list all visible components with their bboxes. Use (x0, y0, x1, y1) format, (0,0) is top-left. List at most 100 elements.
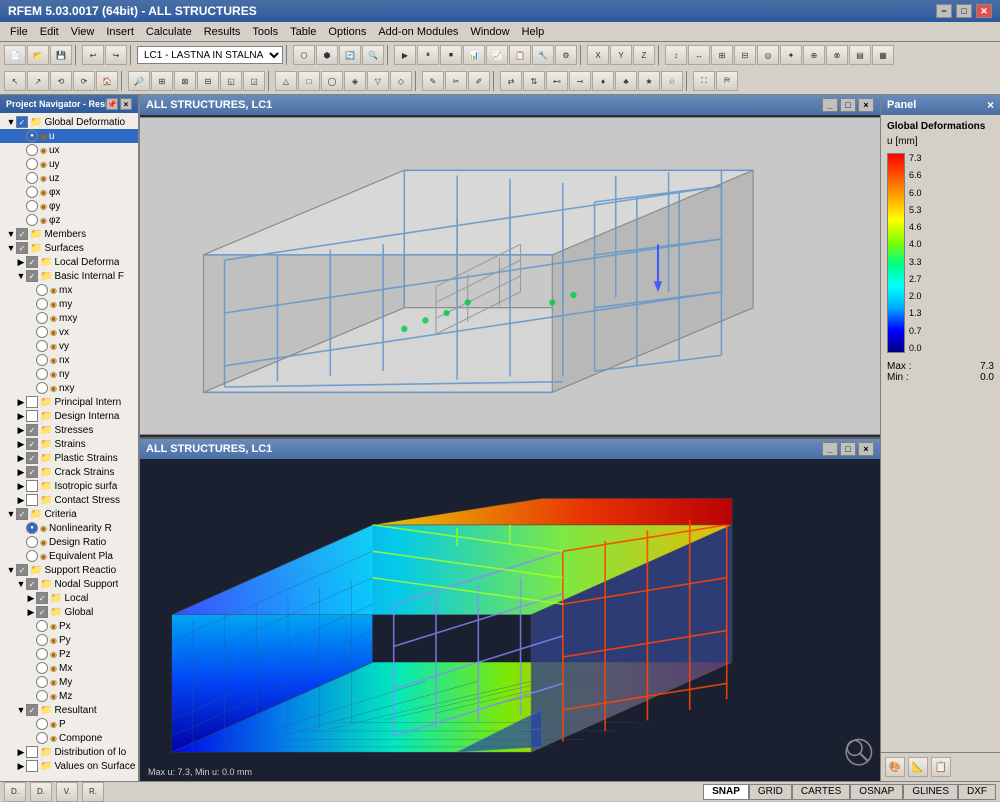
r22[interactable]: ⇅ (523, 71, 545, 91)
tree-expand-icon[interactable]: ▶ (16, 467, 26, 478)
axis-x[interactable]: X (587, 45, 609, 65)
tree-item[interactable]: ◉nx (0, 353, 138, 367)
r15[interactable]: ◈ (344, 71, 366, 91)
tree-expand-icon[interactable]: ▶ (26, 593, 36, 604)
tree-radio[interactable]: ● (26, 130, 38, 142)
tree-item[interactable]: ▶📁Design Interna (0, 409, 138, 423)
r30[interactable]: ⛿ (716, 71, 738, 91)
vp-top-close[interactable]: × (858, 98, 874, 112)
tree-radio-unchecked[interactable] (36, 284, 48, 296)
tree-item[interactable]: ▶✓📁Crack Strains (0, 465, 138, 479)
tree-radio-unchecked[interactable] (36, 620, 48, 632)
tree-item[interactable]: ▼✓📁Surfaces (0, 241, 138, 255)
tree-item[interactable]: ◉mx (0, 283, 138, 297)
tree-item[interactable]: ▶✓📁Local Deforma (0, 255, 138, 269)
r28[interactable]: ☆ (661, 71, 683, 91)
tree-expand-icon[interactable]: ▼ (16, 271, 26, 281)
tree-checkbox[interactable]: ✓ (16, 242, 28, 254)
btn10[interactable]: 📋 (509, 45, 531, 65)
tree-item[interactable]: ▶✓📁Stresses (0, 423, 138, 437)
vp-bottom-minimize[interactable]: _ (822, 442, 838, 456)
status-tab-dxf[interactable]: DXF (958, 784, 996, 800)
tree-expand-icon[interactable]: ▼ (16, 705, 26, 715)
tree-item[interactable]: ◉φy (0, 199, 138, 213)
tree-item[interactable]: ◉ux (0, 143, 138, 157)
tree-radio-unchecked[interactable] (26, 550, 38, 562)
r8[interactable]: ⊠ (174, 71, 196, 91)
tree-expand-icon[interactable]: ▼ (6, 117, 16, 127)
r21[interactable]: ⇄ (500, 71, 522, 91)
panel-close-button[interactable]: × (987, 98, 994, 112)
btn11[interactable]: 🔧 (532, 45, 554, 65)
rotate-btn[interactable]: 🔄 (339, 45, 361, 65)
r14[interactable]: ◯ (321, 71, 343, 91)
tree-checkbox[interactable] (26, 410, 38, 422)
maximize-button[interactable]: □ (956, 4, 972, 18)
menu-item-results[interactable]: Results (198, 24, 247, 40)
tree-checkbox[interactable]: ✓ (26, 438, 38, 450)
lc-selector[interactable]: LC1 - LASTNA IN STALNA (137, 46, 283, 64)
r11[interactable]: ◲ (243, 71, 265, 91)
tree-item[interactable]: ◉my (0, 297, 138, 311)
tree-checkbox[interactable]: ✓ (16, 116, 28, 128)
status-tab-glines[interactable]: GLINES (903, 784, 958, 800)
tree-expand-icon[interactable]: ▶ (16, 495, 26, 506)
render-btn[interactable]: ⬡ (293, 45, 315, 65)
tree-radio-unchecked[interactable] (26, 536, 38, 548)
tree-expand-icon[interactable]: ▶ (16, 411, 26, 422)
r2[interactable]: ↗ (27, 71, 49, 91)
tree-radio-unchecked[interactable] (26, 158, 38, 170)
panel-icon-1[interactable]: 🎨 (885, 757, 905, 777)
tree-radio-unchecked[interactable] (36, 690, 48, 702)
redo-btn[interactable]: ↪ (105, 45, 127, 65)
r12[interactable]: △ (275, 71, 297, 91)
tree-expand-icon[interactable]: ▶ (16, 425, 26, 436)
menu-item-help[interactable]: Help (516, 24, 551, 40)
tree-checkbox[interactable]: ✓ (26, 452, 38, 464)
menu-item-tools[interactable]: Tools (246, 24, 284, 40)
zoom-btn[interactable]: 🔍 (362, 45, 384, 65)
tree-expand-icon[interactable]: ▶ (16, 747, 26, 758)
r5[interactable]: 🏠 (96, 71, 118, 91)
r17[interactable]: ◇ (390, 71, 412, 91)
menu-item-add-on-modules[interactable]: Add-on Modules (372, 24, 464, 40)
tree-item[interactable]: ▼✓📁Basic Internal F (0, 269, 138, 283)
viewport-top-canvas[interactable]: LC1 : LASTNA IN STALNA (140, 115, 880, 437)
tree-item[interactable]: ◉ny (0, 367, 138, 381)
r7[interactable]: ⊞ (151, 71, 173, 91)
vp-bottom-maximize[interactable]: □ (840, 442, 856, 456)
tree-radio-unchecked[interactable] (36, 312, 48, 324)
status-tab-grid[interactable]: GRID (749, 784, 792, 800)
save-btn[interactable]: 💾 (50, 45, 72, 65)
tree-radio-unchecked[interactable] (36, 662, 48, 674)
tree-expand-icon[interactable]: ▶ (16, 481, 26, 492)
r3[interactable]: ⟲ (50, 71, 72, 91)
btn12[interactable]: ⚙ (555, 45, 577, 65)
tree-item[interactable]: ●◉u (0, 129, 138, 143)
tree-checkbox[interactable] (26, 746, 38, 758)
btn7[interactable]: ⏹ (440, 45, 462, 65)
status-btn-d2[interactable]: D. (30, 782, 52, 802)
tree-item[interactable]: ◉vx (0, 325, 138, 339)
tree-checkbox[interactable] (26, 396, 38, 408)
menu-item-table[interactable]: Table (284, 24, 322, 40)
tree-item[interactable]: ◉Px (0, 619, 138, 633)
tree-item[interactable]: ◉uy (0, 157, 138, 171)
tree-item[interactable]: ▼✓📁Criteria (0, 507, 138, 521)
menu-item-options[interactable]: Options (322, 24, 372, 40)
tree-item[interactable]: ◉nxy (0, 381, 138, 395)
tree-item[interactable]: ◉Equivalent Pla (0, 549, 138, 563)
tree-item[interactable]: ▼✓📁Support Reactio (0, 563, 138, 577)
tree-expand-icon[interactable]: ▼ (6, 243, 16, 253)
tree-item[interactable]: ▶📁Isotropic surfa (0, 479, 138, 493)
tree-item[interactable]: ▶✓📁Local (0, 591, 138, 605)
extra7[interactable]: ⊕ (803, 45, 825, 65)
new-btn[interactable]: 📄 (4, 45, 26, 65)
extra6[interactable]: ✦ (780, 45, 802, 65)
tree-expand-icon[interactable]: ▼ (6, 509, 16, 519)
vp-top-maximize[interactable]: □ (840, 98, 856, 112)
tree-item[interactable]: ▼✓📁Members (0, 227, 138, 241)
tree-checkbox[interactable]: ✓ (36, 606, 48, 618)
tree-checkbox[interactable]: ✓ (16, 228, 28, 240)
tree-item[interactable]: ▶✓📁Strains (0, 437, 138, 451)
